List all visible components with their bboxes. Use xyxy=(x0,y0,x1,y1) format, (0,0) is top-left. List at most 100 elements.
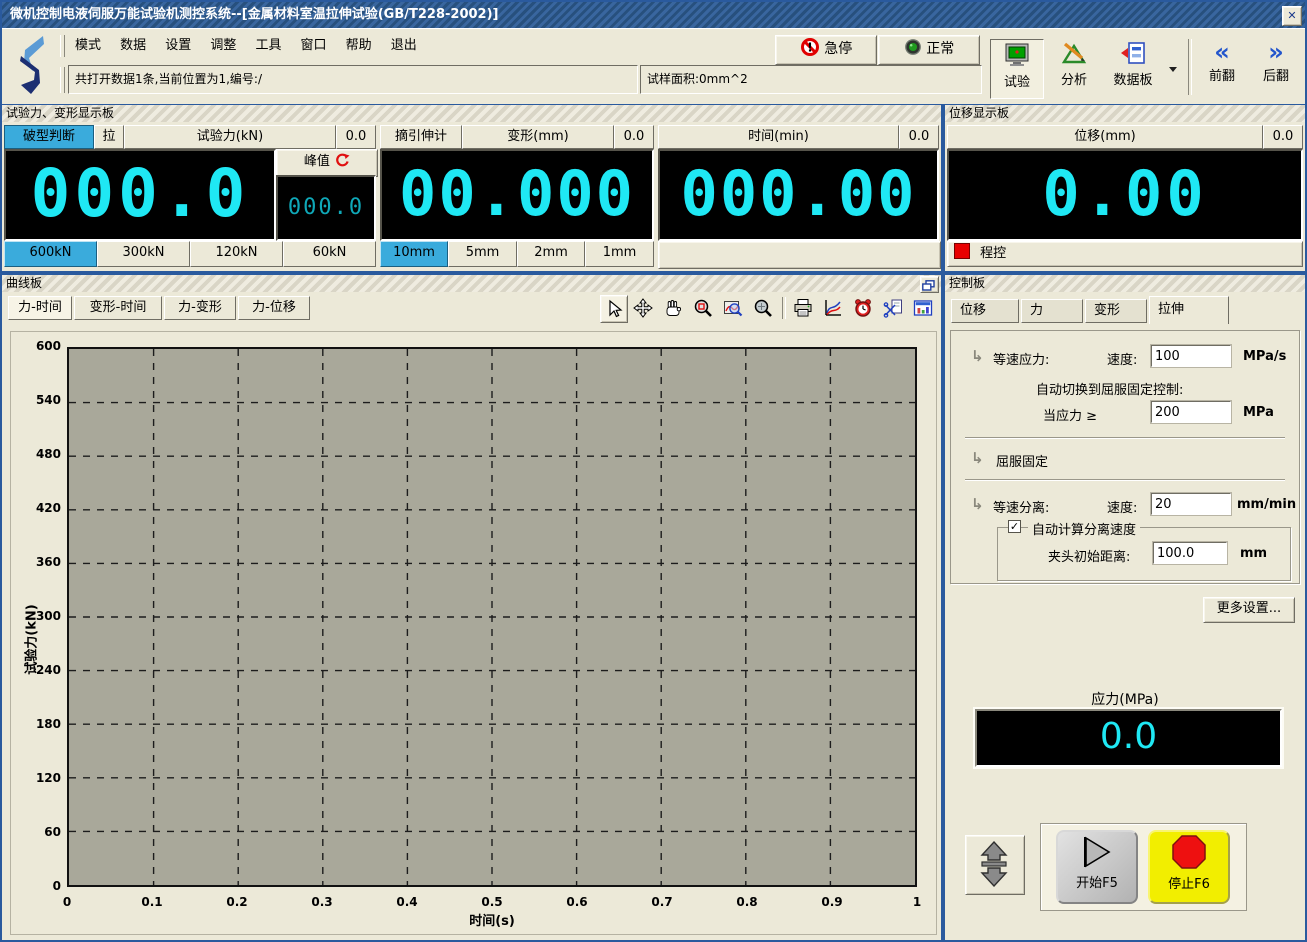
zoom-box-icon xyxy=(693,298,713,318)
range-10mm[interactable]: 10mm xyxy=(380,241,448,267)
switch-threshold-input[interactable] xyxy=(1151,401,1231,423)
range-1mm[interactable]: 1mm xyxy=(585,241,654,267)
next-page-label: 后翻 xyxy=(1252,65,1300,84)
menu-item-help[interactable]: 帮助 xyxy=(339,33,379,59)
toolbar-area: 模式 数据 设置 调整 工具 窗口 帮助 退出 共打开数据1条,当前位置为1,编… xyxy=(2,28,1305,104)
menu-item-window[interactable]: 窗口 xyxy=(294,33,334,59)
normal-status-label: 正常 xyxy=(926,41,954,57)
zoom-curve-tool-button[interactable] xyxy=(720,295,746,321)
curve-panel-restore-button[interactable] xyxy=(920,276,939,293)
range-2mm-label: 2mm xyxy=(534,245,568,260)
range-5mm[interactable]: 5mm xyxy=(448,241,517,267)
extensometer-cell[interactable]: 摘引伸计 xyxy=(380,125,462,149)
restore-icon xyxy=(922,280,935,291)
emergency-stop-button[interactable]: ! 急停 xyxy=(775,35,877,65)
menu-item-settings[interactable]: 设置 xyxy=(158,33,198,59)
pan-tool-button[interactable] xyxy=(660,295,686,321)
tab-displacement[interactable]: 位移 xyxy=(951,299,1019,323)
data-panel-button[interactable] xyxy=(910,295,936,321)
svg-text:!: ! xyxy=(807,41,812,55)
tab-deform[interactable]: 变形 xyxy=(1085,299,1147,323)
range-60kn[interactable]: 60kN xyxy=(283,241,376,267)
timer-button[interactable] xyxy=(850,295,876,321)
curve-panel: 曲线板 力-时间 变形-时间 力-变形 力-位移 xyxy=(2,275,941,940)
curve-panel-title-text: 曲线板 xyxy=(6,276,42,290)
databoard-button[interactable]: 数据板 xyxy=(1102,41,1164,97)
menu-item-exit[interactable]: 退出 xyxy=(384,33,424,59)
deform-value-display: 00.000 xyxy=(380,149,654,241)
force-aux-value-cell: 0.0 xyxy=(336,125,376,149)
print-button[interactable] xyxy=(790,295,816,321)
cursor-tool-button[interactable] xyxy=(600,295,628,323)
menu-item-data[interactable]: 数据 xyxy=(113,33,153,59)
peak-reset-icon xyxy=(334,152,350,168)
clip-save-button[interactable] xyxy=(880,295,906,321)
stress-rate-input[interactable] xyxy=(1151,345,1231,367)
status-grip xyxy=(60,67,65,93)
stress-value: 0.0 xyxy=(977,711,1280,763)
tab-force-time[interactable]: 力-时间 xyxy=(8,296,72,320)
break-judge-indicator[interactable]: 破型判断 xyxy=(4,125,94,149)
x-tick-label: 0.8 xyxy=(725,895,769,909)
tab-tension-label: 拉伸 xyxy=(1158,302,1184,317)
data-panel-icon xyxy=(913,298,933,318)
start-button-label: 开始F5 xyxy=(1058,872,1136,891)
time-aux-value-cell: 0.0 xyxy=(899,125,939,149)
x-tick-label: 0.4 xyxy=(385,895,429,909)
zoom-tool-button[interactable] xyxy=(750,295,776,321)
menu-item-adjust[interactable]: 调整 xyxy=(203,33,243,59)
auto-calc-label: 自动计算分离速度 xyxy=(1028,519,1140,538)
separation-speed-label: 速度: xyxy=(1107,497,1137,516)
chart-plot-area[interactable] xyxy=(67,347,917,887)
tension-settings-group: ↳ 等速应力: 速度: MPa/s 自动切换到屈服固定控制: 当应力 ≥ MPa… xyxy=(950,330,1300,584)
auto-switch-note: 自动切换到屈服固定控制: xyxy=(1036,379,1183,398)
databoard-dropdown-button[interactable] xyxy=(1168,59,1178,69)
displacement-display-panel: 位移显示板 位移(mm) 0.0 0.00 程控 xyxy=(945,105,1305,271)
displacement-label-cell: 位移(mm) xyxy=(947,125,1263,149)
tab-displacement-label: 位移 xyxy=(960,303,986,318)
range-600kn[interactable]: 600kN xyxy=(4,241,97,267)
close-button[interactable]: ✕ xyxy=(1282,6,1302,26)
range-120kn[interactable]: 120kN xyxy=(190,241,283,267)
deform-value: 00.000 xyxy=(382,151,652,237)
y-tick-label: 0 xyxy=(17,879,61,893)
menu-item-tools[interactable]: 工具 xyxy=(248,33,288,59)
peak-button[interactable]: 峰值 xyxy=(276,149,378,177)
displacement-value-display: 0.00 xyxy=(947,149,1303,241)
switch-threshold-unit: MPa xyxy=(1243,405,1274,420)
separation-rate-input[interactable] xyxy=(1151,493,1231,515)
range-300kn[interactable]: 300kN xyxy=(97,241,190,267)
status-specimen-area-text: 试样面积:0mm^2 xyxy=(647,72,748,86)
grip-distance-input[interactable] xyxy=(1153,542,1227,564)
tab-force-displacement[interactable]: 力-位移 xyxy=(238,296,310,320)
auto-calc-checkbox[interactable]: ✓ xyxy=(1008,520,1021,533)
x-tick-label: 0.9 xyxy=(810,895,854,909)
test-view-button[interactable]: 试验 xyxy=(990,39,1044,99)
x-tick-label: 0.7 xyxy=(640,895,684,909)
grip-distance-unit: mm xyxy=(1240,546,1267,561)
range-2mm[interactable]: 2mm xyxy=(517,241,585,267)
time-label-cell: 时间(min) xyxy=(658,125,899,149)
curve-compare-button[interactable] xyxy=(820,295,846,321)
force-panel-title-text: 试验力、变形显示板 xyxy=(6,106,114,120)
tab-deform-time-label: 变形-时间 xyxy=(90,300,147,315)
stop-button[interactable]: 停止F6 xyxy=(1148,830,1230,904)
hand-icon xyxy=(663,298,683,318)
tab-force[interactable]: 力 xyxy=(1021,299,1083,323)
normal-status-button[interactable]: 正常 xyxy=(878,35,980,65)
analysis-button[interactable]: 分析 xyxy=(1050,41,1098,97)
tab-force-deform[interactable]: 力-变形 xyxy=(164,296,236,320)
x-tick-label: 0 xyxy=(45,895,89,909)
tab-deform-time[interactable]: 变形-时间 xyxy=(74,296,162,320)
next-page-button[interactable]: » 后翻 xyxy=(1252,39,1300,97)
zoom-box-tool-button[interactable] xyxy=(690,295,716,321)
force-panel-title: 试验力、变形显示板 xyxy=(2,105,941,122)
more-settings-button[interactable]: 更多设置... xyxy=(1203,597,1295,623)
tab-deform-label: 变形 xyxy=(1094,303,1120,318)
menu-item-mode[interactable]: 模式 xyxy=(68,33,108,59)
start-button[interactable]: 开始F5 xyxy=(1056,830,1138,904)
prev-page-button[interactable]: « 前翻 xyxy=(1198,39,1246,97)
tab-tension[interactable]: 拉伸 xyxy=(1149,296,1229,324)
move-tool-button[interactable] xyxy=(630,295,656,321)
jog-button[interactable] xyxy=(965,835,1025,895)
